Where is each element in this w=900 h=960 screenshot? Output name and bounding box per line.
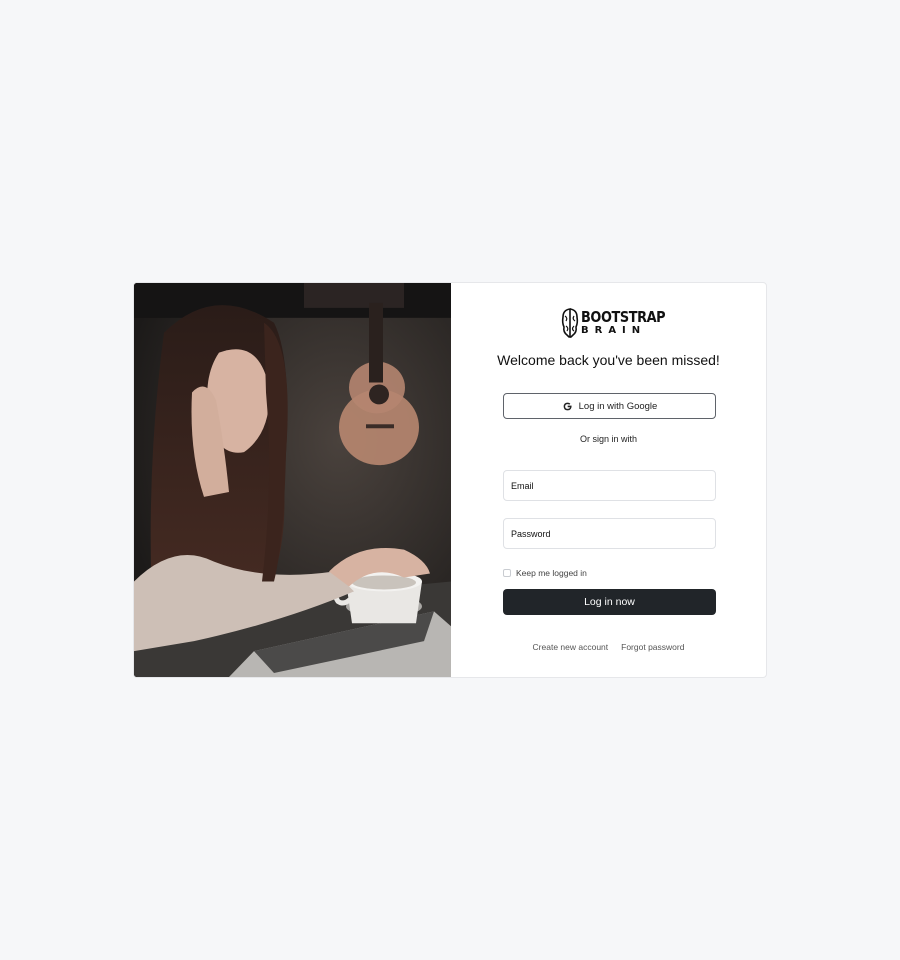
google-login-button[interactable]: Log in with Google [503,393,716,419]
google-login-label: Log in with Google [578,400,658,412]
brand-logo[interactable]: BOOTSTRAP BRAIN [561,307,679,339]
footer-links: Create new account Forgot password [451,642,766,652]
divider-text: Or sign in with [579,434,638,444]
login-card: BOOTSTRAP BRAIN Welcome back you've been… [133,282,767,678]
login-form-panel: BOOTSTRAP BRAIN Welcome back you've been… [451,283,766,677]
forgot-password-link[interactable]: Forgot password [621,642,684,652]
hero-image [134,283,451,677]
brand-name-line1: BOOTSTRAP [581,308,666,326]
brand-name-line2: BRAIN [581,325,647,336]
keep-logged-in-row[interactable]: Keep me logged in [503,568,587,578]
create-account-link[interactable]: Create new account [533,642,609,652]
keep-logged-in-label[interactable]: Keep me logged in [516,568,587,578]
login-button[interactable]: Log in now [503,589,716,615]
brain-icon [561,308,579,338]
password-field[interactable] [503,518,716,549]
email-field[interactable] [503,470,716,501]
keep-logged-in-checkbox[interactable] [503,569,511,577]
hero-photo [134,283,451,677]
google-icon [563,402,572,410]
welcome-heading: Welcome back you've been missed! [497,352,720,368]
